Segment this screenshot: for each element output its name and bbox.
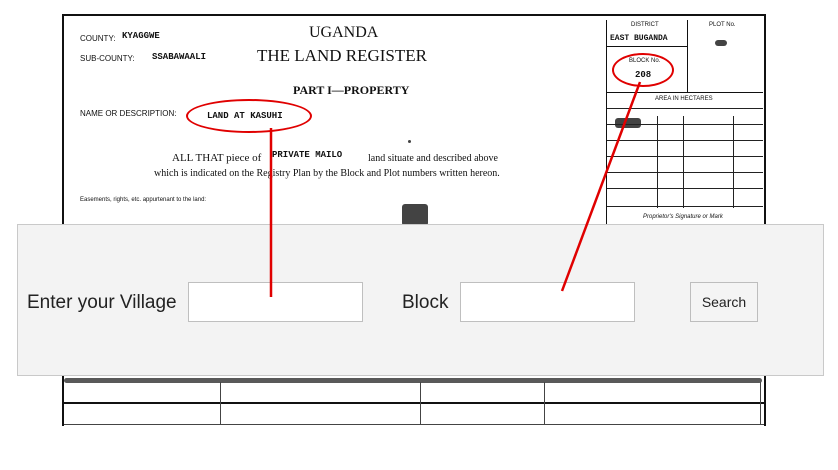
- ink-band: [64, 378, 762, 383]
- table-rule: [64, 424, 764, 425]
- grid-col: [733, 116, 734, 208]
- ink-dot: [408, 140, 411, 143]
- cell-divider: [607, 92, 763, 93]
- area-grid: [607, 108, 763, 208]
- grid-row: [607, 188, 763, 189]
- grid-col: [657, 116, 658, 208]
- ink-smudge: [402, 204, 428, 226]
- register-title: THE LAND REGISTER: [257, 46, 427, 65]
- name-highlight-ellipse: [186, 99, 312, 133]
- cell-divider: [607, 46, 687, 47]
- name-description-label: NAME OR DESCRIPTION:: [80, 109, 177, 118]
- signature-label: Proprietor's Signature or Mark: [643, 214, 723, 220]
- country-heading: UGANDA: [309, 24, 379, 41]
- table-col-rule: [760, 382, 761, 424]
- subcounty-value: SSABAWAALI: [152, 52, 207, 62]
- all-that-text: ALL THAT piece of: [172, 152, 262, 164]
- table-col-rule: [544, 382, 545, 424]
- tenure-value: PRIVATE MAILO: [272, 150, 343, 160]
- village-label: Enter your Village: [27, 292, 177, 313]
- area-label: AREA IN HECTARES: [655, 96, 713, 102]
- easements-label: Easements, rights, etc. appurtenant to t…: [80, 197, 207, 203]
- grid-row: [607, 206, 763, 207]
- registry-plan-text: which is indicated on the Registry Plan …: [154, 168, 500, 179]
- table-rule: [64, 402, 764, 404]
- part-title: PART I—PROPERTY: [293, 83, 410, 97]
- table-col-rule: [420, 382, 421, 424]
- grid-row: [607, 140, 763, 141]
- register-side-box: DISTRICT EAST BUGANDA PLOT No. BLOCK No.…: [606, 20, 763, 225]
- land-situate-text: land situate and described above: [368, 153, 498, 164]
- village-input[interactable]: [188, 282, 363, 322]
- district-label: DISTRICT: [631, 22, 659, 28]
- block-label: Block: [402, 292, 449, 313]
- block-input[interactable]: [460, 282, 635, 322]
- search-button[interactable]: Search: [690, 282, 758, 322]
- grid-row: [607, 156, 763, 157]
- grid-col: [683, 116, 684, 208]
- table-col-rule: [220, 382, 221, 424]
- county-value: KYAGGWE: [122, 31, 160, 41]
- grid-row: [607, 108, 763, 109]
- subcounty-label: SUB-COUNTY:: [80, 54, 135, 63]
- search-panel: Enter your Village Block Search: [17, 224, 824, 376]
- plot-label: PLOT No.: [709, 22, 736, 28]
- county-label: COUNTY:: [80, 34, 116, 43]
- district-value: EAST BUGANDA: [610, 34, 668, 43]
- area-ink: [615, 118, 641, 128]
- block-highlight-ellipse: [612, 53, 674, 87]
- grid-row: [607, 172, 763, 173]
- plot-value-ink: [715, 40, 727, 46]
